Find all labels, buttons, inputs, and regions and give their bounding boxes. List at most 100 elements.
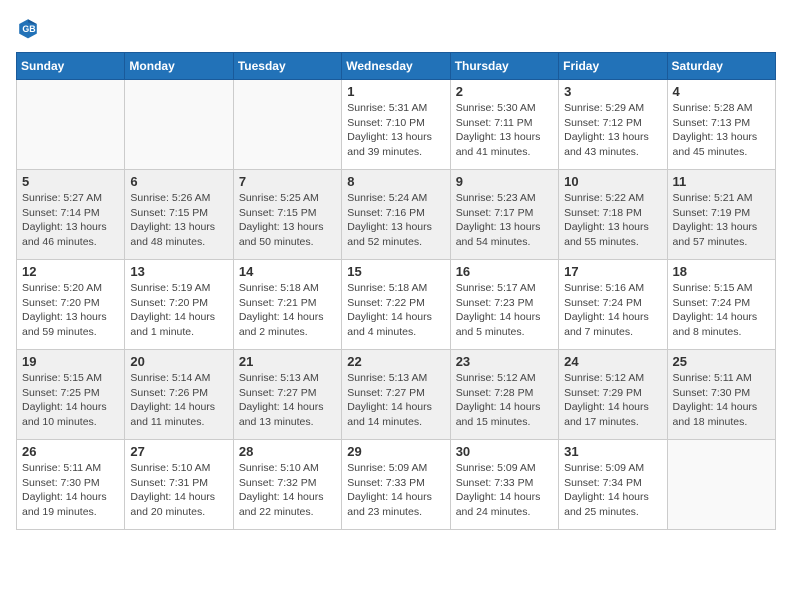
calendar-cell: 10 Sunrise: 5:22 AM Sunset: 7:18 PM Dayli… (559, 170, 667, 260)
day-number: 12 (22, 264, 119, 279)
day-number: 20 (130, 354, 227, 369)
calendar-cell (125, 80, 233, 170)
calendar-cell (17, 80, 125, 170)
day-number: 4 (673, 84, 770, 99)
day-number: 25 (673, 354, 770, 369)
calendar-cell: 17Sunrise: 5:16 AM Sunset: 7:24 PM Dayli… (559, 260, 667, 350)
weekday-header-friday: Friday (559, 53, 667, 80)
day-info: Sunrise: 5:29 AM Sunset: 7:12 PM Dayligh… (564, 101, 661, 160)
calendar-cell: 8 Sunrise: 5:24 AM Sunset: 7:16 PM Daylig… (342, 170, 450, 260)
day-info: Sunrise: 5:23 AM Sunset: 7:17 PM Dayligh… (456, 191, 553, 250)
calendar-cell: 28 Sunrise: 5:10 AM Sunset: 7:32 PM Dayli… (233, 440, 341, 530)
day-number: 13 (130, 264, 227, 279)
day-number: 21 (239, 354, 336, 369)
day-info: Sunrise: 5:09 AM Sunset: 7:33 PM Dayligh… (347, 461, 444, 520)
weekday-header-monday: Monday (125, 53, 233, 80)
day-number: 18 (673, 264, 770, 279)
calendar-week-row: 5 Sunrise: 5:27 AM Sunset: 7:14 PM Daylig… (17, 170, 776, 260)
day-info: Sunrise: 5:27 AM Sunset: 7:14 PM Dayligh… (22, 191, 119, 250)
day-info: Sunrise: 5:09 AM Sunset: 7:33 PM Dayligh… (456, 461, 553, 520)
day-number: 10 (564, 174, 661, 189)
calendar-week-row: 1 Sunrise: 5:31 AM Sunset: 7:10 PM Daylig… (17, 80, 776, 170)
calendar-cell: 23Sunrise: 5:12 AM Sunset: 7:28 PM Dayli… (450, 350, 558, 440)
day-number: 5 (22, 174, 119, 189)
day-number: 17 (564, 264, 661, 279)
calendar-week-row: 26 Sunrise: 5:11 AM Sunset: 7:30 PM Dayli… (17, 440, 776, 530)
day-info: Sunrise: 5:14 AM Sunset: 7:26 PM Dayligh… (130, 371, 227, 430)
day-info: Sunrise: 5:12 AM Sunset: 7:28 PM Dayligh… (456, 371, 553, 430)
weekday-header-wednesday: Wednesday (342, 53, 450, 80)
day-number: 8 (347, 174, 444, 189)
day-info: Sunrise: 5:10 AM Sunset: 7:32 PM Dayligh… (239, 461, 336, 520)
weekday-header-tuesday: Tuesday (233, 53, 341, 80)
calendar-cell: 11 Sunrise: 5:21 AM Sunset: 7:19 PM Dayli… (667, 170, 775, 260)
day-info: Sunrise: 5:18 AM Sunset: 7:22 PM Dayligh… (347, 281, 444, 340)
calendar-cell: 30 Sunrise: 5:09 AM Sunset: 7:33 PM Dayli… (450, 440, 558, 530)
calendar-cell: 3 Sunrise: 5:29 AM Sunset: 7:12 PM Daylig… (559, 80, 667, 170)
day-info: Sunrise: 5:28 AM Sunset: 7:13 PM Dayligh… (673, 101, 770, 160)
day-number: 1 (347, 84, 444, 99)
logo: GB (16, 16, 44, 40)
day-info: Sunrise: 5:12 AM Sunset: 7:29 PM Dayligh… (564, 371, 661, 430)
day-number: 26 (22, 444, 119, 459)
day-info: Sunrise: 5:24 AM Sunset: 7:16 PM Dayligh… (347, 191, 444, 250)
calendar-cell: 16 Sunrise: 5:17 AM Sunset: 7:23 PM Dayli… (450, 260, 558, 350)
day-number: 29 (347, 444, 444, 459)
day-info: Sunrise: 5:21 AM Sunset: 7:19 PM Dayligh… (673, 191, 770, 250)
day-info: Sunrise: 5:13 AM Sunset: 7:27 PM Dayligh… (239, 371, 336, 430)
calendar-cell: 4 Sunrise: 5:28 AM Sunset: 7:13 PM Daylig… (667, 80, 775, 170)
day-number: 15 (347, 264, 444, 279)
calendar-week-row: 12Sunrise: 5:20 AM Sunset: 7:20 PM Dayli… (17, 260, 776, 350)
day-info: Sunrise: 5:31 AM Sunset: 7:10 PM Dayligh… (347, 101, 444, 160)
day-number: 22 (347, 354, 444, 369)
calendar-cell: 31 Sunrise: 5:09 AM Sunset: 7:34 PM Dayli… (559, 440, 667, 530)
day-number: 6 (130, 174, 227, 189)
calendar-cell (667, 440, 775, 530)
day-info: Sunrise: 5:22 AM Sunset: 7:18 PM Dayligh… (564, 191, 661, 250)
day-number: 30 (456, 444, 553, 459)
calendar-cell: 6 Sunrise: 5:26 AM Sunset: 7:15 PM Daylig… (125, 170, 233, 260)
day-number: 27 (130, 444, 227, 459)
weekday-header-thursday: Thursday (450, 53, 558, 80)
calendar-body: 1 Sunrise: 5:31 AM Sunset: 7:10 PM Daylig… (17, 80, 776, 530)
weekday-header-row: SundayMondayTuesdayWednesdayThursdayFrid… (17, 53, 776, 80)
day-info: Sunrise: 5:09 AM Sunset: 7:34 PM Dayligh… (564, 461, 661, 520)
day-info: Sunrise: 5:19 AM Sunset: 7:20 PM Dayligh… (130, 281, 227, 340)
day-number: 16 (456, 264, 553, 279)
calendar-cell: 20 Sunrise: 5:14 AM Sunset: 7:26 PM Dayli… (125, 350, 233, 440)
calendar-cell: 1 Sunrise: 5:31 AM Sunset: 7:10 PM Daylig… (342, 80, 450, 170)
day-info: Sunrise: 5:26 AM Sunset: 7:15 PM Dayligh… (130, 191, 227, 250)
logo-icon: GB (16, 16, 40, 40)
day-info: Sunrise: 5:11 AM Sunset: 7:30 PM Dayligh… (22, 461, 119, 520)
day-number: 14 (239, 264, 336, 279)
day-number: 28 (239, 444, 336, 459)
day-info: Sunrise: 5:17 AM Sunset: 7:23 PM Dayligh… (456, 281, 553, 340)
calendar-cell: 29 Sunrise: 5:09 AM Sunset: 7:33 PM Dayli… (342, 440, 450, 530)
day-info: Sunrise: 5:10 AM Sunset: 7:31 PM Dayligh… (130, 461, 227, 520)
day-info: Sunrise: 5:11 AM Sunset: 7:30 PM Dayligh… (673, 371, 770, 430)
day-info: Sunrise: 5:15 AM Sunset: 7:24 PM Dayligh… (673, 281, 770, 340)
calendar-cell: 9Sunrise: 5:23 AM Sunset: 7:17 PM Daylig… (450, 170, 558, 260)
day-info: Sunrise: 5:18 AM Sunset: 7:21 PM Dayligh… (239, 281, 336, 340)
weekday-header-saturday: Saturday (667, 53, 775, 80)
calendar-week-row: 19 Sunrise: 5:15 AM Sunset: 7:25 PM Dayli… (17, 350, 776, 440)
day-info: Sunrise: 5:15 AM Sunset: 7:25 PM Dayligh… (22, 371, 119, 430)
calendar-cell: 21 Sunrise: 5:13 AM Sunset: 7:27 PM Dayli… (233, 350, 341, 440)
day-number: 11 (673, 174, 770, 189)
day-info: Sunrise: 5:30 AM Sunset: 7:11 PM Dayligh… (456, 101, 553, 160)
day-number: 19 (22, 354, 119, 369)
weekday-header-sunday: Sunday (17, 53, 125, 80)
day-number: 3 (564, 84, 661, 99)
day-number: 31 (564, 444, 661, 459)
calendar-cell: 27 Sunrise: 5:10 AM Sunset: 7:31 PM Dayli… (125, 440, 233, 530)
calendar-cell: 22Sunrise: 5:13 AM Sunset: 7:27 PM Dayli… (342, 350, 450, 440)
calendar-cell: 2 Sunrise: 5:30 AM Sunset: 7:11 PM Daylig… (450, 80, 558, 170)
calendar-cell: 14 Sunrise: 5:18 AM Sunset: 7:21 PM Dayli… (233, 260, 341, 350)
calendar-cell: 19 Sunrise: 5:15 AM Sunset: 7:25 PM Dayli… (17, 350, 125, 440)
calendar-cell: 26 Sunrise: 5:11 AM Sunset: 7:30 PM Dayli… (17, 440, 125, 530)
day-number: 2 (456, 84, 553, 99)
day-info: Sunrise: 5:25 AM Sunset: 7:15 PM Dayligh… (239, 191, 336, 250)
calendar-table: SundayMondayTuesdayWednesdayThursdayFrid… (16, 52, 776, 530)
calendar-cell (233, 80, 341, 170)
svg-text:GB: GB (22, 24, 35, 34)
